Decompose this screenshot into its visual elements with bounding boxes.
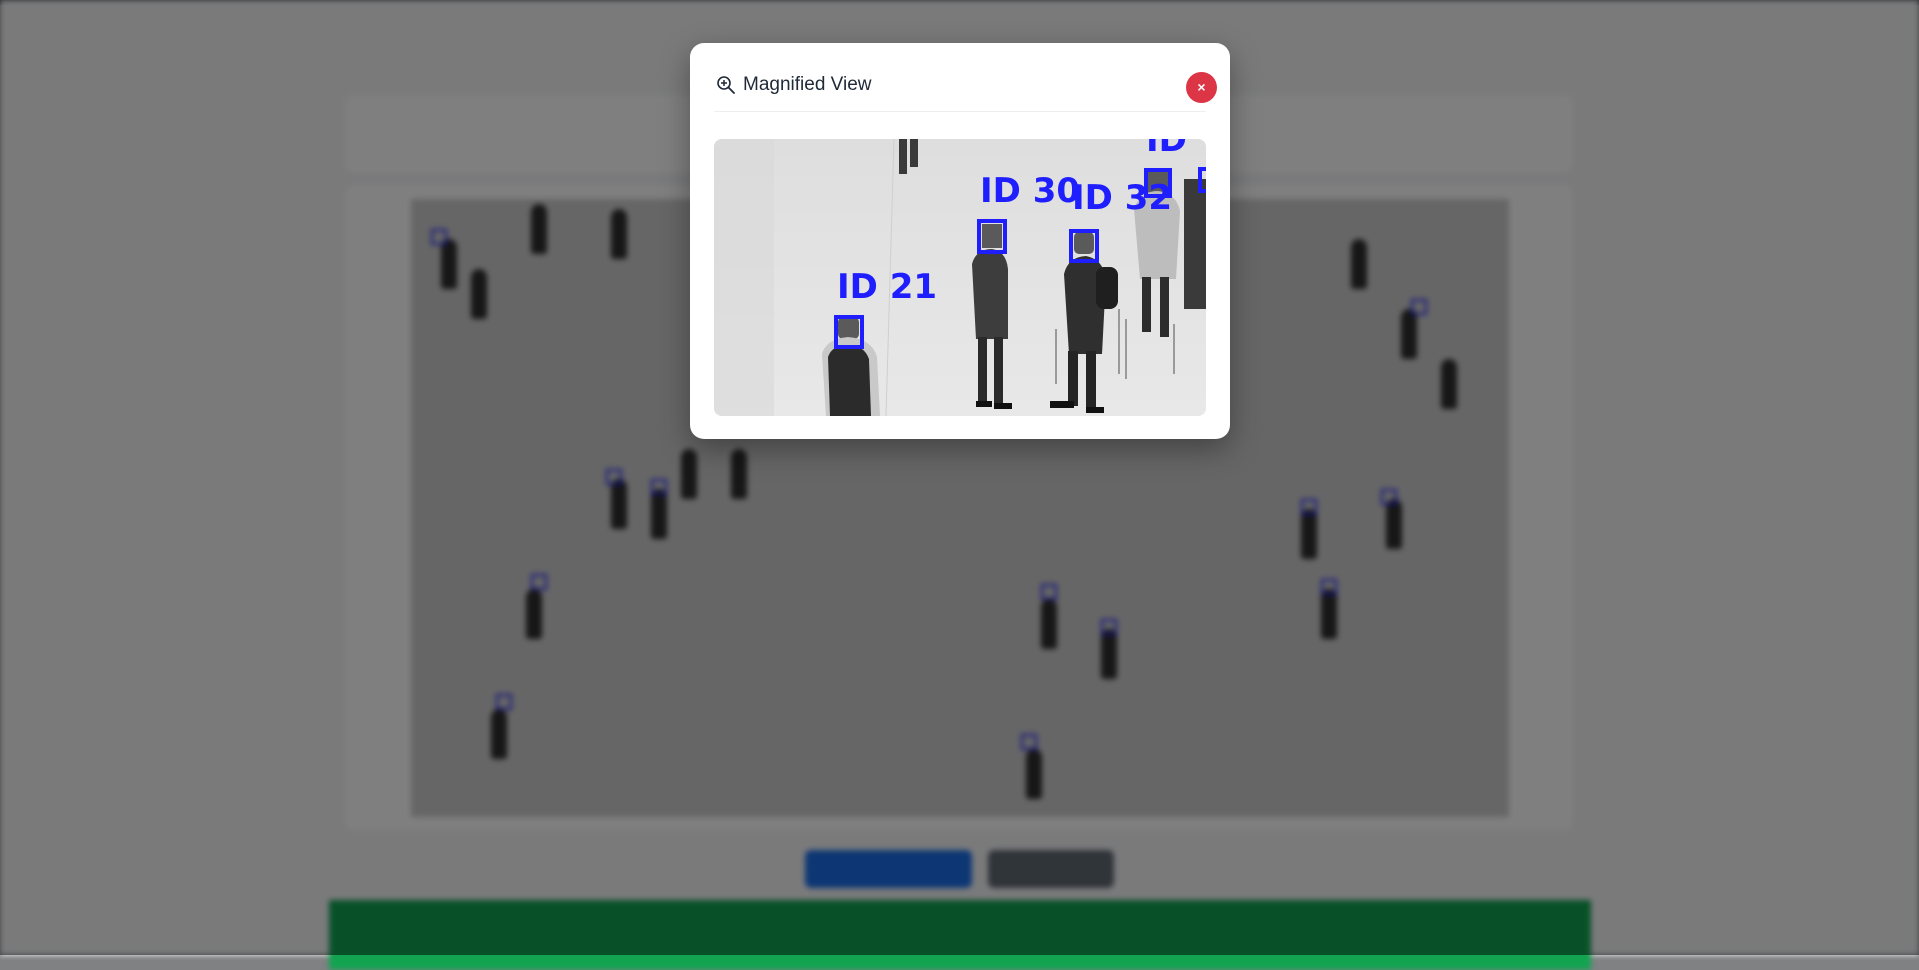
close-button[interactable]: ×: [1186, 72, 1217, 103]
magnified-image: ID 21 ID 30 ID 32 ID: [714, 139, 1206, 416]
detection-label: ID 32: [1072, 178, 1172, 218]
magnified-view-modal: Magnified View × ID 21 ID 30 ID 32 ID: [690, 43, 1230, 439]
detection-label: ID: [1146, 139, 1187, 160]
zoom-in-icon: [716, 75, 736, 95]
detection-label: ID 21: [837, 267, 937, 307]
modal-title: Magnified View: [743, 74, 872, 95]
detection-label: ID 30: [980, 171, 1080, 211]
modal-header: Magnified View ×: [714, 72, 1217, 112]
